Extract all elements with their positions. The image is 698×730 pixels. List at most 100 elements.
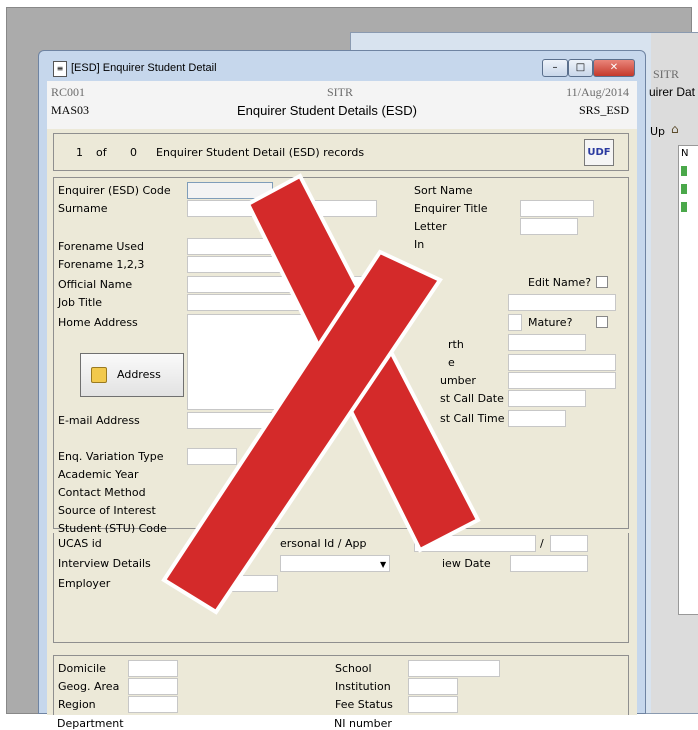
personal-id-label: ersonal Id / App — [280, 537, 367, 550]
school-label: School — [335, 662, 372, 675]
forename-used-field[interactable] — [187, 238, 297, 255]
bottom-panel: Domicile Geog. Area Region School Instit… — [53, 655, 629, 715]
birth-label-fragment: rth — [448, 338, 464, 351]
record-current: 1 — [76, 146, 83, 159]
personal-id-field[interactable] — [414, 535, 536, 552]
toolbar-up-button[interactable]: Up — [650, 125, 665, 138]
title-bar[interactable]: ≡ [ESD] Enquirer Student Detail – □ ✕ — [39, 51, 645, 81]
source-label: Source of Interest — [58, 504, 156, 517]
interview-date-field[interactable] — [510, 555, 588, 572]
record-total: 0 — [130, 146, 137, 159]
enquirer-title-label: Enquirer Title — [414, 202, 488, 215]
academic-year-label: Academic Year — [58, 468, 139, 481]
esd-window[interactable]: ≡ [ESD] Enquirer Student Detail – □ ✕ RC… — [38, 50, 646, 730]
address-icon — [91, 367, 107, 383]
email-field[interactable] — [187, 412, 337, 429]
job-title-field[interactable] — [187, 294, 387, 311]
page-header: RC001 MAS03 SITR Enquirer Student Detail… — [47, 81, 637, 129]
institution-field[interactable] — [408, 678, 458, 695]
enquiry-panel: UCAS id ersonal Id / App / Interview Det… — [53, 533, 629, 643]
home-address-label: Home Address — [58, 316, 138, 329]
page-title: Enquirer Student Details (ESD) — [237, 103, 417, 118]
header-system: SITR — [327, 85, 354, 99]
fee-status-label: Fee Status — [335, 698, 393, 711]
forename-used-label: Forename Used — [58, 240, 144, 253]
employer-field[interactable] — [228, 575, 278, 592]
pane-fragment: N — [681, 148, 689, 159]
application-field[interactable] — [550, 535, 588, 552]
maximize-button[interactable]: □ — [568, 59, 593, 77]
employer-label: Employer — [58, 577, 111, 590]
last-call-time-field[interactable] — [508, 410, 566, 427]
number-field[interactable] — [508, 372, 616, 389]
background-sitr-label: SITR — [653, 67, 680, 81]
interview-date-label: iew Date — [442, 557, 491, 570]
sort-name-label: Sort Name — [414, 184, 473, 197]
job-title-label: Job Title — [58, 296, 103, 309]
region-field[interactable] — [128, 696, 178, 713]
window-icon: ≡ — [53, 61, 67, 77]
chevron-down-icon[interactable]: ▼ — [380, 560, 386, 569]
header-date: 11/Aug/2014 — [566, 85, 629, 99]
domicile-label: Domicile — [58, 662, 106, 675]
official-name-field[interactable] — [187, 276, 387, 293]
forename-123-label: Forename 1,2,3 — [58, 258, 145, 271]
letter-field[interactable] — [520, 218, 578, 235]
phone-field[interactable] — [508, 354, 616, 371]
tree-node-icon — [681, 184, 687, 194]
phone-label-fragment: e — [448, 356, 455, 369]
mature-label: Mature? — [528, 316, 573, 329]
home-icon[interactable]: ⌂ — [671, 122, 683, 136]
record-navigator: 1 of 0 Enquirer Student Detail (ESD) rec… — [53, 133, 629, 171]
form-client-area: RC001 MAS03 SITR Enquirer Student Detail… — [47, 81, 637, 730]
official-name-label: Official Name — [58, 278, 133, 291]
udf-button[interactable]: UDF — [584, 139, 614, 166]
edit-name-checkbox[interactable] — [596, 276, 608, 288]
in-label: In — [414, 238, 425, 251]
record-of: of — [96, 146, 107, 159]
letter-label: Letter — [414, 220, 447, 233]
enquirer-details-panel: Enquirer (ESD) Code Surname Forename Use… — [53, 177, 629, 535]
variation-field[interactable] — [187, 448, 237, 465]
tree-node-icon — [681, 202, 687, 212]
mature-checkbox[interactable] — [596, 316, 608, 328]
institution-label: Institution — [335, 680, 391, 693]
birth-field[interactable] — [508, 334, 586, 351]
last-call-date-field[interactable] — [508, 390, 586, 407]
background-tree-pane[interactable]: N — [678, 145, 698, 615]
last-call-time-label: st Call Time — [440, 412, 505, 425]
interview-label: Interview Details — [58, 557, 151, 570]
address-button[interactable]: Address — [80, 353, 184, 397]
interview-dropdown[interactable] — [280, 555, 390, 572]
header-screen: SRS_ESD — [578, 103, 629, 117]
school-field[interactable] — [408, 660, 500, 677]
variation-label: Enq. Variation Type — [58, 450, 164, 463]
header-code: RC001 — [51, 85, 86, 99]
code-label: Enquirer (ESD) Code — [58, 184, 171, 197]
edit-name-label: Edit Name? — [528, 276, 592, 289]
minimize-button[interactable]: – — [542, 59, 568, 77]
enquirer-title-field[interactable] — [520, 200, 594, 217]
geog-area-label: Geog. Area — [58, 680, 120, 693]
mature-field[interactable] — [508, 314, 522, 331]
right-field-1[interactable] — [508, 294, 616, 311]
code-field[interactable] — [187, 182, 273, 199]
close-button[interactable]: ✕ — [593, 59, 635, 77]
region-label: Region — [58, 698, 96, 711]
tree-node-icon — [681, 166, 687, 176]
number-label-fragment: umber — [440, 374, 476, 387]
header-module: MAS03 — [51, 103, 90, 117]
surname-field[interactable] — [187, 200, 377, 217]
last-call-date-label: st Call Date — [440, 392, 504, 405]
forename-123-field[interactable] — [187, 256, 297, 273]
geog-area-field[interactable] — [128, 678, 178, 695]
address-button-label: Address — [117, 368, 161, 381]
ni-number-label: NI number — [334, 717, 392, 730]
ucas-label: UCAS id — [58, 537, 102, 550]
department-label: Department — [57, 717, 124, 730]
home-address-field[interactable] — [187, 314, 337, 410]
fee-status-field[interactable] — [408, 696, 458, 713]
domicile-field[interactable] — [128, 660, 178, 677]
surname-label: Surname — [58, 202, 108, 215]
contact-label: Contact Method — [58, 486, 146, 499]
